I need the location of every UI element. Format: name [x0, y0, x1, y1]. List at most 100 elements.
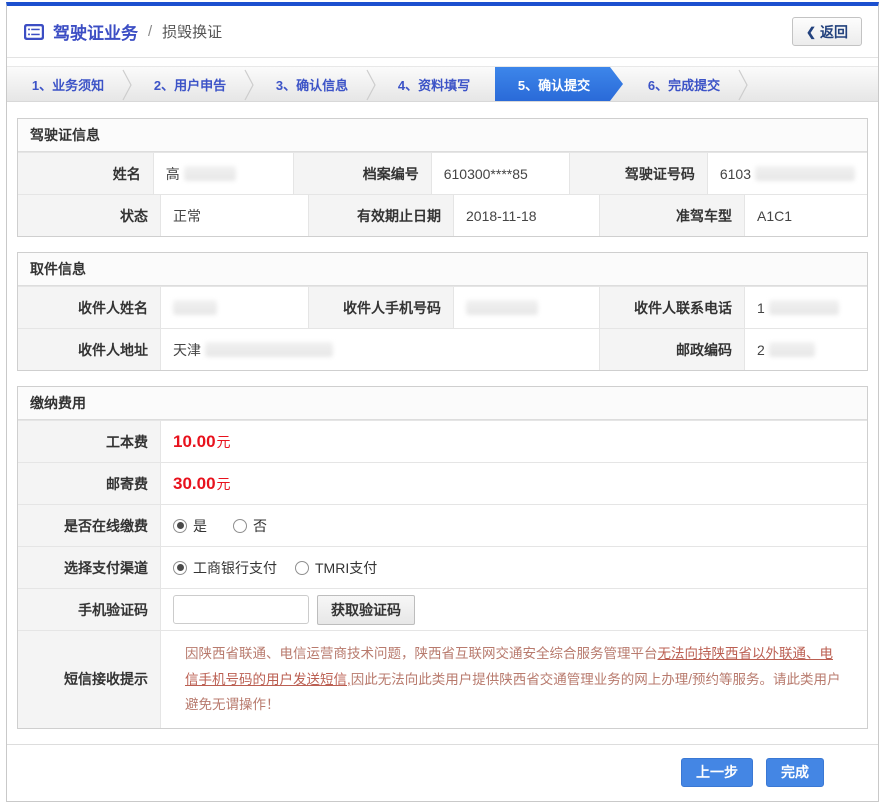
name-label: 姓名	[18, 153, 153, 194]
postage-fee-amount: 30.00	[173, 473, 216, 493]
vehicle-class-label: 准驾车型	[599, 195, 744, 236]
previous-step-button[interactable]: 上一步	[681, 757, 753, 787]
valid-until-value: 2018-11-18	[453, 195, 599, 236]
production-fee-value: 10.00 元	[160, 421, 867, 462]
redacted-value	[183, 166, 236, 181]
step-4-fill-materials[interactable]: 4、资料填写	[373, 67, 495, 101]
table-row: 邮寄费 30.00 元	[18, 462, 867, 504]
payment-channel-options: 工商银行支付 TMRI支付	[160, 547, 867, 588]
redacted-value	[466, 300, 538, 315]
online-pay-no-label: 否	[253, 517, 267, 534]
sms-code-field: 获取验证码	[160, 589, 867, 630]
recipient-mobile-label: 收件人手机号码	[308, 287, 453, 328]
table-row: 状态 正常 有效期止日期 2018-11-18 准驾车型 A1C1	[18, 194, 867, 236]
name-value-text: 高	[165, 165, 180, 182]
get-sms-code-button[interactable]: 获取验证码	[317, 594, 415, 625]
recipient-phone-text: 1	[757, 299, 765, 316]
step-separator-chevron-icon	[366, 69, 376, 101]
redacted-value	[768, 342, 815, 357]
redacted-value	[755, 166, 855, 181]
recipient-mobile-value	[453, 287, 599, 328]
table-row: 手机验证码 获取验证码	[18, 588, 867, 630]
postage-fee-label: 邮寄费	[18, 463, 160, 504]
table-row: 短信接收提示 因陕西省联通、电信运营商技术问题，陕西省互联网交通安全综合服务管理…	[18, 630, 867, 728]
license-number-label: 驾驶证号码	[569, 153, 707, 194]
main-content: 驾驶证信息 姓名 高 档案编号 610300****85 驾驶证号码 6103 …	[7, 102, 878, 729]
sms-code-input[interactable]	[173, 595, 309, 624]
radio-unselected-icon	[233, 518, 247, 533]
file-number-label: 档案编号	[293, 153, 431, 194]
step-2-user-declaration[interactable]: 2、用户申告	[129, 67, 254, 101]
online-pay-label: 是否在线缴费	[18, 505, 160, 546]
name-value: 高	[152, 153, 294, 194]
license-list-icon	[24, 23, 44, 40]
sms-notice-label: 短信接收提示	[18, 631, 160, 728]
breadcrumb: 驾驶证业务 / 损毁换证	[23, 19, 792, 44]
file-number-value: 610300****85	[430, 153, 570, 194]
license-number-text: 6103	[719, 165, 751, 182]
pickup-info-section: 取件信息 收件人姓名 收件人手机号码 收件人联系电话 1 收件人地址 天津 邮政…	[17, 252, 868, 371]
page-subtitle: 损毁换证	[162, 24, 223, 41]
postal-code-label: 邮政编码	[599, 329, 744, 370]
step-1-business-notice[interactable]: 1、业务须知	[7, 67, 132, 101]
table-row: 收件人地址 天津 邮政编码 2	[18, 328, 867, 370]
step-bar-filler	[745, 67, 878, 101]
step-progress-bar: 1、业务须知 2、用户申告 3、确认信息 4、资料填写 5、确认提交 6、完成提…	[7, 66, 878, 102]
step-label: 4、资料填写	[397, 77, 471, 93]
table-row: 姓名 高 档案编号 610300****85 驾驶证号码 6103	[18, 152, 867, 194]
sms-notice-text: 因陕西省联通、电信运营商技术问题，陕西省互联网交通安全综合服务管理平台无法向持陕…	[173, 631, 855, 728]
finish-button[interactable]: 完成	[766, 757, 824, 787]
channel-icbc-radio[interactable]: 工商银行支付	[173, 558, 277, 578]
sms-notice-value: 因陕西省联通、电信运营商技术问题，陕西省互联网交通安全综合服务管理平台无法向持陕…	[160, 631, 867, 728]
recipient-phone-label: 收件人联系电话	[599, 287, 744, 328]
page-header: 驾驶证业务 / 损毁换证 ❮ 返回	[7, 6, 878, 58]
redacted-value	[173, 300, 217, 315]
breadcrumb-separator: /	[148, 23, 153, 40]
table-row: 工本费 10.00 元	[18, 420, 867, 462]
valid-until-label: 有效期止日期	[308, 195, 453, 236]
back-button[interactable]: ❮ 返回	[791, 17, 862, 46]
vehicle-class-value: A1C1	[744, 195, 867, 236]
production-fee-amount: 10.00	[173, 431, 216, 451]
payment-section-title: 缴纳费用	[18, 387, 867, 420]
payment-section: 缴纳费用 工本费 10.00 元 邮寄费 30.00 元 是否在线缴费 是 否 …	[17, 386, 868, 729]
step-6-finish-submit[interactable]: 6、完成提交	[623, 67, 748, 101]
production-fee-label: 工本费	[18, 421, 160, 462]
step-label: 5、确认提交	[517, 77, 591, 93]
status-value: 正常	[160, 195, 308, 236]
channel-tmri-radio[interactable]: TMRI支付	[295, 558, 377, 578]
postage-fee-value: 30.00 元	[160, 463, 867, 504]
license-section-title: 驾驶证信息	[18, 119, 867, 152]
production-fee-unit: 元	[216, 433, 231, 450]
license-info-section: 驾驶证信息 姓名 高 档案编号 610300****85 驾驶证号码 6103 …	[17, 118, 868, 237]
pickup-section-title: 取件信息	[18, 253, 867, 286]
radio-selected-icon	[173, 560, 187, 575]
postal-code-text: 2	[757, 341, 765, 358]
back-button-label: 返回	[820, 23, 848, 40]
radio-selected-icon	[173, 518, 187, 533]
recipient-address-text: 天津	[173, 341, 201, 358]
step-separator-chevron-icon	[244, 69, 254, 101]
table-row: 是否在线缴费 是 否	[18, 504, 867, 546]
recipient-phone-value: 1	[744, 287, 867, 328]
step-3-confirm-info[interactable]: 3、确认信息	[251, 67, 376, 101]
radio-unselected-icon	[295, 560, 309, 575]
license-number-value: 6103	[706, 153, 867, 194]
postal-code-value: 2	[744, 329, 867, 370]
status-label: 状态	[18, 195, 160, 236]
notice-part1: 因陕西省联通、电信运营商技术问题，陕西省互联网交通安全综合服务管理平台	[185, 646, 658, 661]
footer-actions: 上一步 完成	[7, 743, 878, 801]
online-pay-yes-label: 是	[193, 517, 207, 534]
table-row: 收件人姓名 收件人手机号码 收件人联系电话 1	[18, 286, 867, 328]
payment-channel-label: 选择支付渠道	[18, 547, 160, 588]
online-pay-yes-radio[interactable]: 是	[173, 516, 207, 536]
step-label: 2、用户申告	[153, 77, 227, 93]
channel-tmri-label: TMRI支付	[315, 559, 378, 576]
online-pay-no-radio[interactable]: 否	[233, 516, 267, 536]
table-row: 选择支付渠道 工商银行支付 TMRI支付	[18, 546, 867, 588]
online-pay-options: 是 否	[160, 505, 867, 546]
step-5-confirm-submit[interactable]: 5、确认提交	[495, 67, 623, 101]
step-label: 3、确认信息	[275, 77, 349, 93]
chevron-left-icon: ❮	[805, 24, 816, 39]
step-separator-chevron-icon	[738, 69, 748, 101]
